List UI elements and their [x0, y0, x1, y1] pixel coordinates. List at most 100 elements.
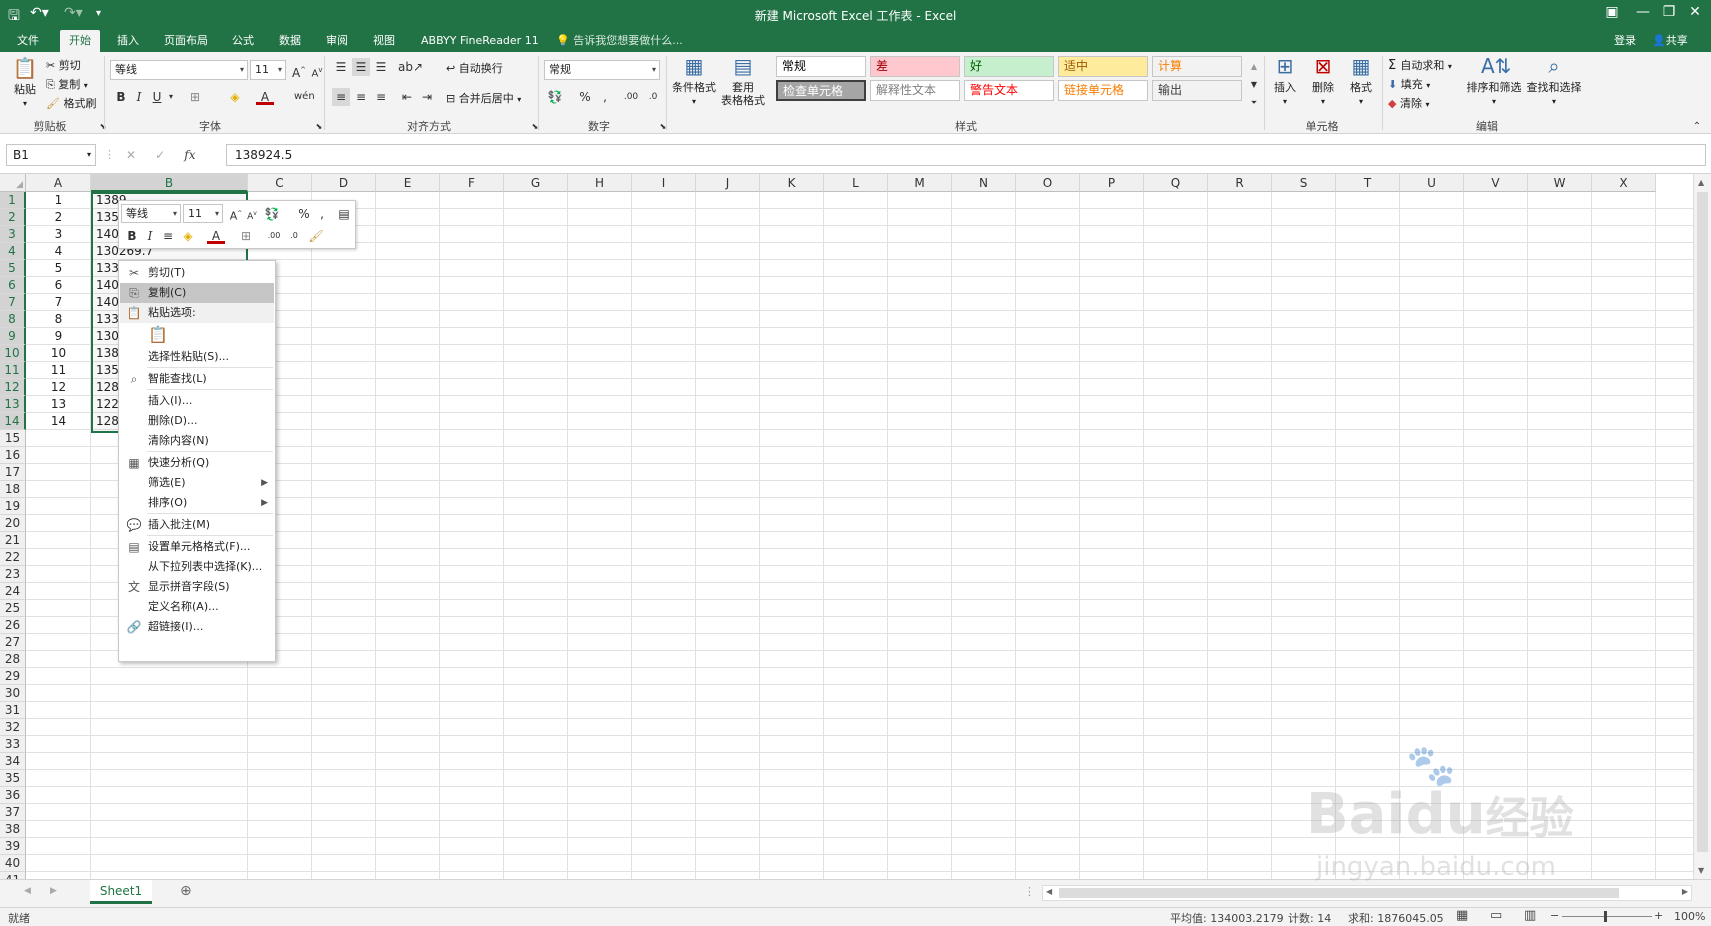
row-header[interactable]: 2: [0, 209, 26, 226]
column-header[interactable]: C: [248, 174, 312, 192]
tab-insert[interactable]: 插入: [108, 30, 148, 52]
cell-style-9[interactable]: 输出: [1152, 80, 1242, 101]
row-header[interactable]: 24: [0, 583, 26, 600]
share-button[interactable]: 👤共享: [1652, 30, 1688, 52]
splitter-icon[interactable]: ⋮: [104, 148, 115, 161]
scroll-left-icon[interactable]: ◀: [1046, 887, 1052, 896]
column-header[interactable]: F: [440, 174, 504, 192]
chevron-down-icon[interactable]: ▾: [162, 88, 180, 106]
context-menu-item[interactable]: 文显示拼音字段(S): [120, 577, 274, 597]
scroll-up-icon[interactable]: ▲: [1698, 178, 1704, 187]
find-select-button[interactable]: ⌕ 查找和选择 ▾: [1526, 54, 1582, 108]
comma-style-icon[interactable]: ,: [596, 88, 614, 106]
row-header[interactable]: 40: [0, 855, 26, 872]
restore-icon[interactable]: ❐: [1656, 4, 1682, 20]
formula-input[interactable]: 138924.5: [226, 144, 1706, 166]
row-header[interactable]: 4: [0, 243, 26, 260]
insert-function-icon[interactable]: fx: [184, 148, 195, 162]
fill-color-icon[interactable]: ◈: [226, 88, 244, 106]
cell-a[interactable]: 5: [26, 260, 91, 277]
cell-style-1[interactable]: 差: [870, 56, 960, 77]
row-header[interactable]: 31: [0, 702, 26, 719]
context-menu-item[interactable]: 从下拉列表中选择(K)...: [120, 557, 274, 577]
row-header[interactable]: 29: [0, 668, 26, 685]
column-header[interactable]: J: [696, 174, 760, 192]
cell-a[interactable]: 9: [26, 328, 91, 345]
clear-button[interactable]: ◆ 清除 ▾: [1388, 95, 1429, 111]
zoom-level[interactable]: 100%: [1674, 910, 1705, 923]
minimize-icon[interactable]: —: [1630, 4, 1656, 20]
zoom-slider[interactable]: [1562, 916, 1652, 917]
cell-a[interactable]: 2: [26, 209, 91, 226]
add-sheet-icon[interactable]: ⊕: [180, 883, 192, 899]
percent-icon[interactable]: %: [576, 88, 594, 106]
gallery-down-icon[interactable]: ▼: [1245, 76, 1263, 94]
tab-abbyy[interactable]: ABBYY FineReader 11: [412, 30, 548, 52]
row-header[interactable]: 8: [0, 311, 26, 328]
cut-button[interactable]: ✂ 剪切: [46, 57, 81, 73]
brush-icon[interactable]: 🖌: [307, 227, 325, 245]
row-header[interactable]: 30: [0, 685, 26, 702]
context-menu-item[interactable]: ⎘ 复制(C): [120, 283, 274, 303]
align-middle-icon[interactable]: ☰: [352, 58, 370, 76]
row-header[interactable]: 16: [0, 447, 26, 464]
cell-style-6[interactable]: 解释性文本: [870, 80, 960, 101]
align-center-icon[interactable]: ≡: [352, 88, 370, 106]
column-header[interactable]: T: [1336, 174, 1400, 192]
cell-a[interactable]: 3: [26, 226, 91, 243]
row-header[interactable]: 22: [0, 549, 26, 566]
zoom-out-icon[interactable]: −: [1550, 909, 1559, 922]
font-color-icon[interactable]: A: [256, 88, 274, 105]
row-header[interactable]: 11: [0, 362, 26, 379]
align-bottom-icon[interactable]: ☰: [372, 58, 390, 76]
row-header[interactable]: 9: [0, 328, 26, 345]
column-header[interactable]: U: [1400, 174, 1464, 192]
tab-formulas[interactable]: 公式: [223, 30, 263, 52]
accounting-format-icon[interactable]: 💱: [263, 205, 281, 223]
tell-me-box[interactable]: 💡 告诉我您想要做什么...: [556, 30, 683, 52]
increase-decimal-icon[interactable]: .00: [622, 88, 640, 106]
orientation-icon[interactable]: ab↗: [398, 58, 423, 76]
vertical-scroll-thumb[interactable]: [1697, 192, 1708, 852]
row-header[interactable]: 41: [0, 872, 26, 879]
row-header[interactable]: 32: [0, 719, 26, 736]
column-header[interactable]: K: [760, 174, 824, 192]
decrease-decimal-icon[interactable]: .0: [285, 227, 303, 245]
format-as-table-button[interactable]: ▤ 套用 表格格式: [718, 54, 768, 107]
increase-indent-icon[interactable]: ⇥: [418, 88, 436, 106]
tab-review[interactable]: 审阅: [317, 30, 357, 52]
align-right-icon[interactable]: ≡: [372, 88, 390, 106]
cell-a[interactable]: 12: [26, 379, 91, 396]
font-size-select[interactable]: 11 ▾: [250, 60, 286, 80]
row-header[interactable]: 21: [0, 532, 26, 549]
row-header[interactable]: 23: [0, 566, 26, 583]
row-header[interactable]: 27: [0, 634, 26, 651]
ribbon-display-icon[interactable]: ▣: [1599, 4, 1625, 20]
cell-a[interactable]: 4: [26, 243, 91, 260]
column-header[interactable]: D: [312, 174, 376, 192]
close-icon[interactable]: ✕: [1682, 4, 1708, 20]
gallery-up-icon[interactable]: ▲: [1245, 58, 1263, 76]
row-header[interactable]: 12: [0, 379, 26, 396]
context-menu-item[interactable]: ⌕ 智能查找(L): [120, 369, 274, 389]
row-header[interactable]: 37: [0, 804, 26, 821]
name-box[interactable]: B1 ▾: [6, 144, 96, 166]
column-header[interactable]: G: [504, 174, 568, 192]
conditional-format-button[interactable]: ▦ 条件格式 ▾: [670, 54, 718, 108]
decrease-indent-icon[interactable]: ⇤: [398, 88, 416, 106]
context-menu-item[interactable]: ✂ 剪切(T): [120, 263, 274, 283]
column-header[interactable]: A: [26, 174, 91, 192]
row-header[interactable]: 33: [0, 736, 26, 753]
cell-style-8[interactable]: 链接单元格: [1058, 80, 1148, 101]
decrease-decimal-icon[interactable]: .0: [644, 88, 662, 106]
cell-style-2[interactable]: 好: [964, 56, 1054, 77]
context-menu-item[interactable]: 💬 插入批注(M): [120, 515, 274, 535]
page-break-view-icon[interactable]: ▥: [1524, 908, 1536, 923]
align-left-icon[interactable]: ≡: [332, 88, 350, 106]
tab-page-layout[interactable]: 页面布局: [155, 30, 217, 52]
row-header[interactable]: 18: [0, 481, 26, 498]
cell-style-3[interactable]: 适中: [1058, 56, 1148, 77]
format-painter-button[interactable]: 🖌 格式刷: [46, 95, 96, 111]
cell-style-4[interactable]: 计算: [1152, 56, 1242, 77]
row-header[interactable]: 13: [0, 396, 26, 413]
